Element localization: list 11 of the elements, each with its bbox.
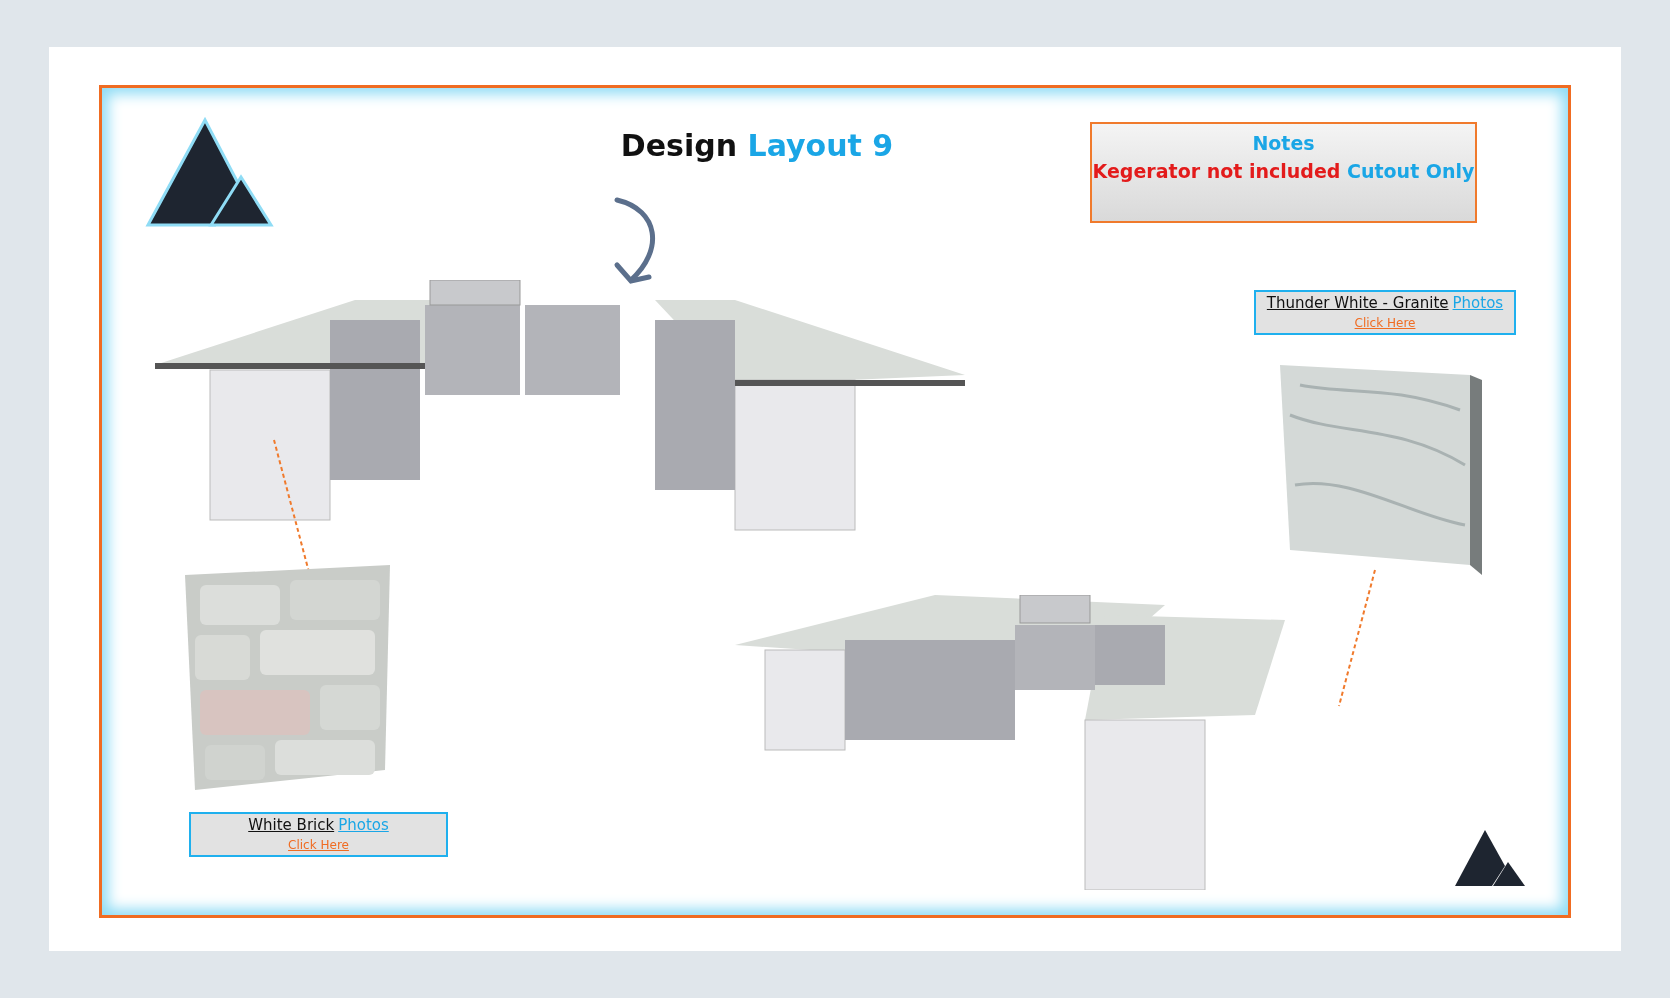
slide-title: Design Layout 9 [619,128,895,163]
notes-text: Kegerator not included Cutout Only [1092,160,1475,182]
notes-heading: Notes [1251,132,1316,154]
swatch-name: White Brick [248,816,335,834]
click-here-link[interactable]: Click Here [1354,316,1416,331]
photos-link[interactable]: Photos [1452,294,1504,312]
click-here-link[interactable]: Click Here [288,838,349,853]
swatch-name: Thunder White - Granite [1266,294,1449,312]
triangle-logo-icon [145,115,275,230]
triangle-logo-icon [1455,828,1528,888]
photos-link[interactable]: Photos [338,816,389,834]
